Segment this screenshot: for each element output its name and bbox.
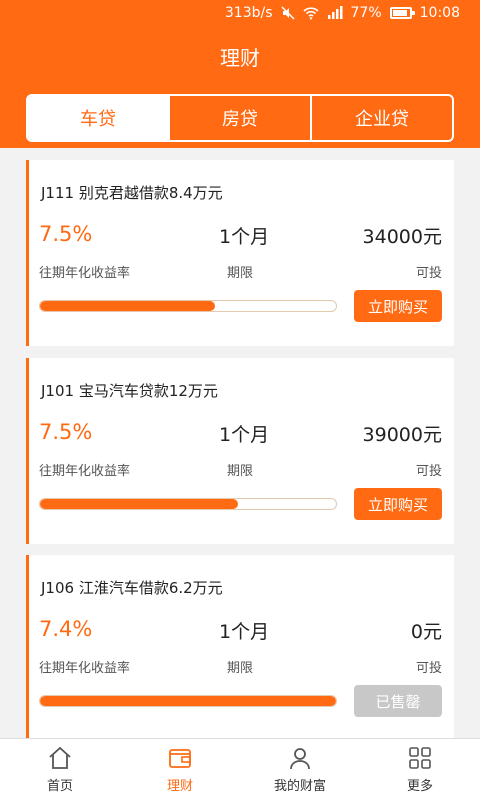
tab-car-loan[interactable]: 车贷 — [28, 96, 170, 140]
rate-label: 往期年化收益率 — [39, 266, 131, 281]
battery-icon — [389, 7, 415, 19]
nav-more[interactable]: 更多 — [360, 739, 480, 800]
nav-finance[interactable]: 理财 — [120, 739, 240, 800]
loan-card[interactable]: J101 宝马汽车贷款12万元 7.5% 1个月 39000元 往期年化收益率 … — [26, 358, 454, 544]
loan-title: J111 别克君越借款8.4万元 — [41, 184, 223, 202]
mute-icon — [280, 6, 295, 20]
loan-title: J101 宝马汽车贷款12万元 — [41, 382, 218, 400]
nav-label: 首页 — [46, 779, 73, 794]
home-icon — [49, 746, 71, 769]
buy-now-button[interactable]: 立即购买 — [354, 488, 442, 520]
bottom-nav: 首页 理财 我的财富 更多 — [0, 738, 480, 800]
tab-business-loan[interactable]: 企业贷 — [312, 96, 452, 140]
loan-available-amount: 34000元 — [362, 226, 442, 248]
signal-icon — [327, 6, 343, 20]
loan-card[interactable]: J111 别克君越借款8.4万元 7.5% 1个月 34000元 往期年化收益率… — [26, 160, 454, 346]
loan-type-tabs: 车贷 房贷 企业贷 — [26, 94, 454, 142]
available-label: 可投 — [415, 661, 442, 676]
funding-progress-bar — [39, 498, 337, 510]
funding-progress-fill — [40, 301, 215, 311]
available-label: 可投 — [415, 266, 442, 281]
grid-icon — [409, 747, 431, 769]
funding-progress-fill — [40, 499, 239, 509]
funding-progress-bar — [39, 695, 337, 707]
term-label: 期限 — [227, 661, 254, 676]
loan-rate: 7.5% — [39, 420, 93, 444]
nav-label: 理财 — [166, 779, 193, 794]
funding-progress-fill — [40, 696, 336, 706]
wifi-icon — [302, 6, 319, 20]
header: 理财 车贷 房贷 企业贷 — [0, 26, 480, 148]
loan-available-amount: 39000元 — [362, 424, 442, 446]
nav-home[interactable]: 首页 — [0, 739, 120, 800]
funding-progress-bar — [39, 300, 337, 312]
network-speed: 313b/s — [224, 5, 273, 21]
tab-house-loan[interactable]: 房贷 — [170, 96, 312, 140]
wallet-icon — [169, 749, 191, 768]
loan-term: 1个月 — [219, 226, 270, 248]
user-icon — [290, 748, 310, 770]
sold-out-button: 已售罄 — [354, 685, 442, 717]
battery-percent: 77% — [350, 5, 382, 21]
rate-label: 往期年化收益率 — [39, 661, 131, 676]
loan-card[interactable]: J106 江淮汽车借款6.2万元 7.4% 1个月 0元 往期年化收益率 期限 … — [26, 555, 454, 741]
nav-label: 更多 — [406, 779, 433, 794]
rate-label: 往期年化收益率 — [39, 464, 131, 479]
loan-title: J106 江淮汽车借款6.2万元 — [41, 579, 223, 597]
loan-available-amount: 0元 — [410, 621, 442, 643]
status-bar: 313b/s 77% 10:08 — [0, 0, 480, 26]
loan-term: 1个月 — [219, 621, 270, 643]
loan-rate: 7.5% — [39, 222, 93, 246]
term-label: 期限 — [227, 464, 254, 479]
clock: 10:08 — [419, 5, 460, 21]
app-screen: 313b/s 77% 10:08 理财 车贷 房贷 企业贷 J111 别克君越借… — [0, 0, 480, 800]
term-label: 期限 — [227, 266, 254, 281]
available-label: 可投 — [415, 464, 442, 479]
nav-label: 我的财富 — [273, 779, 326, 794]
nav-my-wealth[interactable]: 我的财富 — [240, 739, 360, 800]
page-title: 理财 — [220, 46, 260, 70]
buy-now-button[interactable]: 立即购买 — [354, 290, 442, 322]
loan-term: 1个月 — [219, 424, 270, 446]
loan-rate: 7.4% — [39, 617, 93, 641]
